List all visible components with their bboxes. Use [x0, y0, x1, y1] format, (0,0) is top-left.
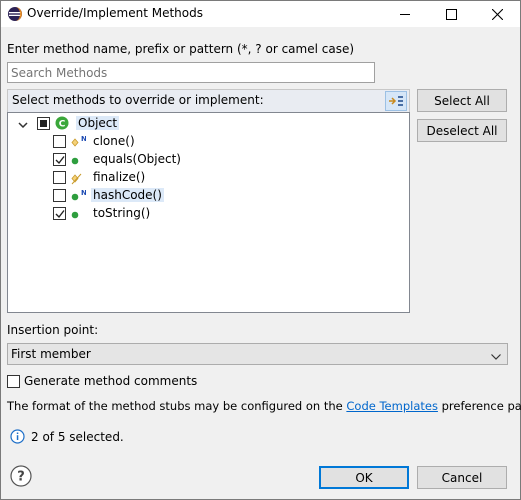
chevron-down-icon: [491, 350, 501, 364]
public-method-icon: N: [70, 189, 87, 204]
methods-tree: C Object N clone() equals(Object) finali…: [7, 112, 410, 313]
method-label: finalize(): [93, 170, 146, 184]
method-label: clone(): [93, 134, 135, 148]
eclipse-icon: [7, 6, 23, 22]
deselect-all-button[interactable]: Deselect All: [417, 119, 507, 142]
method-label: toString(): [93, 206, 151, 220]
svg-text:N: N: [81, 190, 86, 197]
search-input[interactable]: [7, 62, 375, 83]
insertion-point-select[interactable]: First member: [7, 343, 508, 365]
method-row[interactable]: N hashCode(): [8, 187, 409, 205]
close-button[interactable]: [474, 1, 520, 27]
code-templates-link[interactable]: Code Templates: [346, 399, 438, 413]
insertion-point-label: Insertion point:: [7, 323, 99, 337]
method-row[interactable]: toString(): [8, 205, 409, 223]
public-method-icon: [70, 154, 86, 168]
method-row[interactable]: equals(Object): [8, 151, 409, 169]
insertion-point-value: First member: [11, 347, 91, 361]
root-label: Object: [76, 116, 120, 130]
generate-comments-checkbox[interactable]: [7, 375, 20, 388]
help-icon[interactable]: ?: [10, 465, 32, 487]
title-bar: Override/Implement Methods: [1, 1, 520, 27]
info-icon: [10, 429, 25, 444]
ok-button[interactable]: OK: [319, 466, 409, 489]
deprecated-protected-method-icon: [70, 172, 86, 186]
sort-icon: [389, 96, 403, 106]
dialog-window: Override/Implement Methods Enter method …: [0, 0, 521, 500]
template-hint-after: preference page.: [441, 399, 521, 413]
search-prompt: Enter method name, prefix or pattern (*,…: [7, 42, 355, 56]
close-icon: [491, 8, 503, 20]
method-row[interactable]: finalize(): [8, 169, 409, 187]
root-checkbox[interactable]: [37, 117, 50, 130]
public-method-icon: [70, 208, 86, 222]
method-row[interactable]: N clone(): [8, 133, 409, 151]
tree-header: Select methods to override or implement:: [7, 89, 410, 112]
svg-text:C: C: [59, 120, 66, 130]
window-title: Override/Implement Methods: [27, 6, 203, 20]
generate-comments-label: Generate method comments: [24, 374, 198, 388]
method-checkbox[interactable]: [53, 171, 66, 184]
cancel-button[interactable]: Cancel: [417, 466, 507, 489]
collapse-chevron-icon[interactable]: [18, 119, 28, 129]
minimize-button[interactable]: [382, 1, 428, 27]
class-icon: C: [55, 116, 71, 130]
maximize-icon: [445, 8, 457, 20]
method-checkbox[interactable]: [53, 135, 66, 148]
sort-toggle-button[interactable]: [385, 91, 407, 111]
method-label: hashCode(): [91, 188, 164, 202]
tree-header-label: Select methods to override or implement:: [12, 93, 264, 107]
method-checkbox[interactable]: [53, 153, 66, 166]
svg-text:?: ?: [17, 470, 25, 485]
tree-root-row[interactable]: C Object: [8, 115, 409, 133]
method-label: equals(Object): [93, 152, 181, 166]
template-hint: The format of the method stubs may be co…: [7, 399, 521, 413]
minimize-icon: [399, 13, 410, 15]
template-hint-before: The format of the method stubs may be co…: [7, 399, 343, 413]
protected-method-icon: N: [70, 135, 87, 150]
method-checkbox[interactable]: [53, 207, 66, 220]
svg-text:N: N: [81, 136, 86, 143]
method-checkbox[interactable]: [53, 189, 66, 202]
select-all-button[interactable]: Select All: [417, 89, 507, 112]
selection-status: 2 of 5 selected.: [31, 430, 124, 444]
maximize-button[interactable]: [428, 1, 474, 27]
